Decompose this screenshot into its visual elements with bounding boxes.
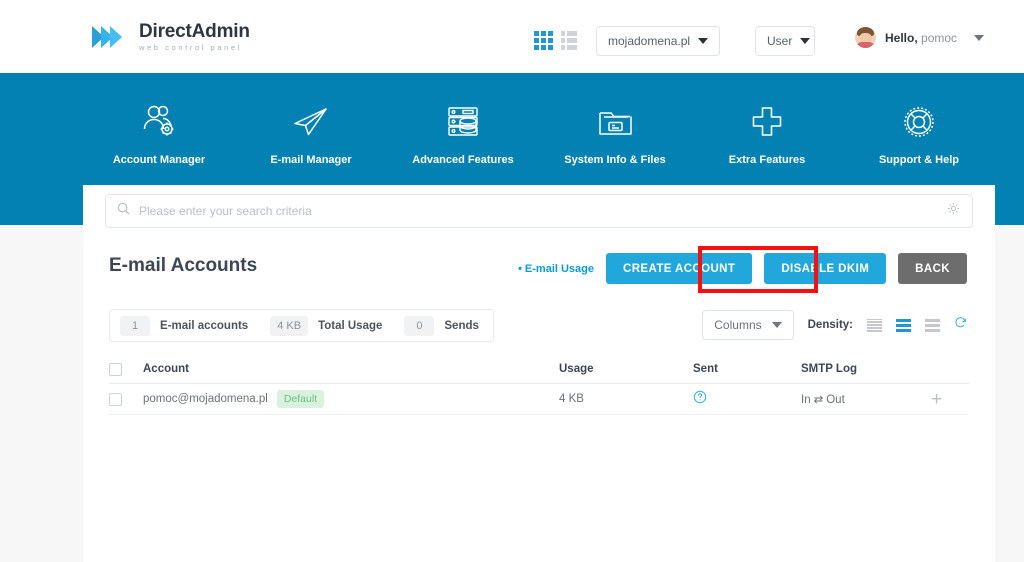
grid-view-icon[interactable] (534, 31, 553, 50)
plus-cross-icon (747, 101, 787, 143)
stat-sends: 0 Sends (404, 315, 483, 336)
question-circle-icon[interactable] (693, 390, 707, 408)
account-email[interactable]: pomoc@mojadomena.pl (143, 393, 268, 405)
nav-label: E-mail Manager (270, 154, 352, 166)
user-select[interactable]: User (755, 26, 815, 56)
left-background (0, 225, 83, 562)
cell-account: pomoc@mojadomena.pl Default (143, 390, 559, 408)
chevron-down-icon (771, 322, 782, 328)
select-all-cell (109, 362, 143, 376)
domain-select-value: mojadomena.pl (608, 34, 691, 48)
row-checkbox[interactable] (109, 392, 122, 406)
gear-icon[interactable] (947, 202, 960, 220)
smtp-in-label: In (801, 394, 811, 406)
nav-label: Account Manager (112, 154, 206, 166)
chevron-down-icon (974, 34, 985, 41)
density-comfortable-button[interactable] (925, 318, 940, 332)
density-compact-button[interactable] (867, 318, 882, 332)
domain-select[interactable]: mojadomena.pl (596, 26, 720, 56)
top-header: DirectAdmin web control panel mojadomena… (0, 0, 1024, 73)
nav-item-account-manager[interactable]: Account Manager (84, 101, 234, 166)
action-buttons: • E-mail Usage CREATE ACCOUNT DISABLE DKI… (518, 253, 967, 284)
smtp-out-label: Out (826, 394, 845, 406)
email-accounts-table: Account Usage Sent SMTP Log pomoc@mojado… (109, 355, 969, 415)
account-menu[interactable]: Hello, pomoc (855, 27, 985, 48)
exchange-arrows-icon: ⇄ (813, 394, 824, 406)
nav-label: System Info & Files (564, 154, 666, 166)
paper-plane-icon (291, 101, 331, 143)
stat-total-usage: 4 KB Total Usage (270, 315, 404, 336)
stat-value: 4 KB (270, 315, 309, 336)
disable-dkim-button[interactable]: DISABLE DKIM (764, 253, 887, 284)
column-header-smtp-log[interactable]: SMTP Log (801, 363, 931, 375)
columns-select[interactable]: Columns (702, 310, 794, 340)
right-background (995, 225, 1024, 562)
users-gear-icon (139, 101, 179, 143)
nav-item-system-info-files[interactable]: System Info & Files (540, 101, 690, 166)
stat-value: 1 (120, 315, 150, 336)
density-standard-button[interactable] (896, 318, 911, 332)
back-button[interactable]: BACK (898, 253, 967, 284)
refresh-icon[interactable] (954, 316, 967, 334)
plus-icon[interactable]: + (931, 390, 942, 409)
chevron-down-icon (698, 38, 709, 44)
stat-label: Sends (444, 319, 479, 332)
nav-item-extra-features[interactable]: Extra Features (692, 101, 842, 166)
cell-usage: 4 KB (559, 393, 584, 405)
nav-label: Advanced Features (412, 154, 514, 166)
stats-bar: 1 E-mail accounts 4 KB Total Usage 0 Sen… (109, 309, 494, 342)
page-title: E-mail Accounts (109, 255, 258, 276)
content-card: E-mail Accounts •E-mail Usage CREATE ACC… (83, 185, 995, 562)
nav-label: Extra Features (728, 154, 806, 166)
search-icon (117, 202, 130, 220)
cell-add-action: + (931, 390, 969, 409)
create-account-button[interactable]: CREATE ACCOUNT (606, 253, 753, 284)
email-usage-link[interactable]: • E-mail Usage (518, 263, 594, 275)
directadmin-page: DirectAdmin web control panel mojadomena… (0, 0, 1024, 562)
columns-label: Columns (714, 318, 762, 332)
status-badge: Default (276, 390, 325, 408)
server-database-icon (443, 101, 483, 143)
double-chevron-icon (92, 22, 130, 52)
cell-sent (693, 390, 801, 409)
table-row[interactable]: pomoc@mojadomena.pl Default 4 KB In ⇄ Out (109, 384, 969, 415)
column-header-account[interactable]: Account (143, 363, 559, 375)
greeting-text: Hello, pomoc (885, 30, 958, 45)
lifebuoy-icon (899, 101, 939, 143)
nav-item-advanced-features[interactable]: Advanced Features (388, 101, 538, 166)
density-label: Density: (807, 319, 853, 331)
nav-item-support-help[interactable]: Support & Help (844, 101, 994, 166)
search-bar[interactable] (105, 194, 973, 228)
stat-label: E-mail accounts (160, 319, 249, 332)
list-view-icon[interactable] (561, 31, 577, 50)
logo-title: DirectAdmin (139, 21, 250, 43)
stat-email-accounts: 1 E-mail accounts (120, 315, 270, 336)
user-select-value: User (767, 34, 793, 48)
cell-smtp-log: In ⇄ Out (801, 392, 931, 406)
table-header-row: Account Usage Sent SMTP Log (109, 355, 969, 384)
stat-value: 0 (404, 315, 435, 336)
table-tools: Columns Density: (702, 310, 967, 340)
nav-label: Support & Help (878, 154, 960, 166)
folder-files-icon (595, 101, 635, 143)
column-header-sent[interactable]: Sent (693, 363, 801, 375)
logo-subtitle: web control panel (139, 43, 242, 53)
directadmin-logo[interactable]: DirectAdmin web control panel (92, 22, 250, 52)
stat-label: Total Usage (318, 319, 383, 332)
select-all-checkbox[interactable] (109, 362, 122, 376)
page-title-row: E-mail Accounts (109, 255, 257, 277)
chevron-down-icon (800, 38, 811, 44)
nav-item-email-manager[interactable]: E-mail Manager (236, 101, 386, 166)
search-input[interactable] (139, 204, 947, 218)
row-select-cell (109, 392, 143, 406)
column-header-usage[interactable]: Usage (559, 363, 693, 375)
avatar (855, 27, 876, 48)
